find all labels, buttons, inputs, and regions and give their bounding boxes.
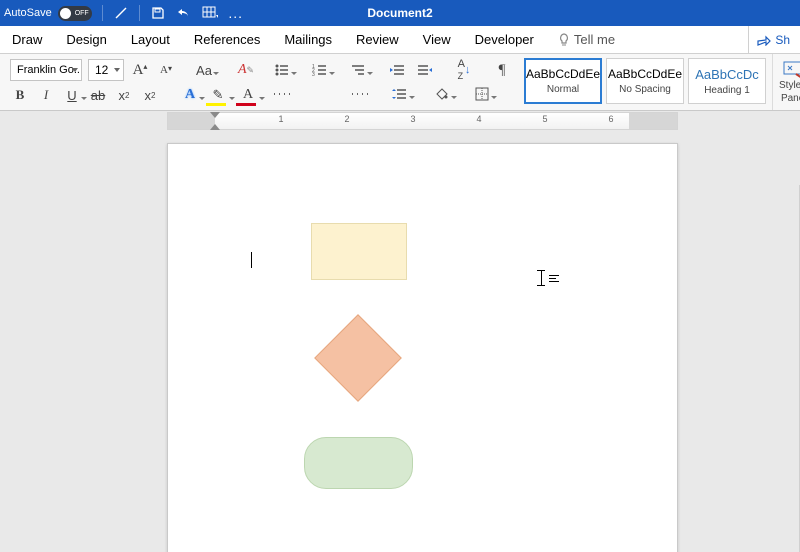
style-heading-1[interactable]: AaBbCcDc Heading 1 [688,58,766,104]
underline-button[interactable]: U [62,85,82,105]
tell-me-label: Tell me [574,26,615,54]
table-grid-icon[interactable] [202,5,218,21]
style-label: Normal [547,84,579,95]
tell-me-search[interactable]: Tell me [546,26,627,54]
more-commands[interactable]: ... [228,5,244,21]
line-tool-icon[interactable] [113,5,129,21]
shape-rectangle[interactable] [311,223,407,280]
show-hide-marks-button[interactable]: ¶ [492,60,512,80]
paint-bucket-icon [434,87,450,101]
tab-draw[interactable]: Draw [0,26,54,54]
align-right-button[interactable] [324,84,344,104]
undo-icon[interactable] [176,5,192,21]
decrease-indent-button[interactable] [388,62,408,78]
paragraph-group: 123 AZ↓ ¶ [266,54,518,110]
strikethrough-button[interactable]: ab [88,85,108,105]
lightbulb-icon [558,33,570,47]
style-sample: AaBbCcDdEe [526,67,600,81]
italic-button[interactable]: I [36,85,56,105]
decrease-font-button[interactable]: A▾ [156,60,176,80]
style-label: No Spacing [619,84,671,95]
tab-layout[interactable]: Layout [119,26,182,54]
borders-icon [475,87,489,101]
font-color-button[interactable]: A [236,85,260,105]
title-bar: AutoSave OFF ... Document2 [0,0,800,26]
hanging-indent-marker[interactable] [210,124,220,130]
superscript-button[interactable]: x2 [140,85,160,105]
document-canvas[interactable] [0,131,800,552]
tab-mailings[interactable]: Mailings [272,26,344,54]
align-justify-button[interactable] [350,84,370,104]
share-label: Sh [775,33,790,47]
numbering-button[interactable]: 123 [310,62,330,78]
document-title: Document2 [367,6,432,20]
shape-diamond[interactable] [314,314,402,402]
separator [102,5,103,21]
styles-pane-icon [782,60,800,78]
tab-design[interactable]: Design [54,26,118,54]
styles-gallery: AaBbCcDdEe Normal AaBbCcDdEe No Spacing … [518,54,772,110]
chevron-down-icon [72,68,78,72]
multilevel-list-button[interactable] [348,62,368,78]
styles-pane-label-1: Styles [779,80,800,91]
text-effects-button[interactable]: A [180,85,200,105]
share-button[interactable]: Sh [748,26,800,54]
svg-text:3: 3 [312,72,315,77]
bold-button[interactable]: B [10,85,30,105]
borders-button[interactable] [472,84,492,104]
separator [139,5,140,21]
line-spacing-button[interactable] [390,86,410,102]
first-line-indent-marker[interactable] [210,112,220,118]
font-size-value: 12 [95,63,108,77]
document-page[interactable] [167,143,678,552]
tab-view[interactable]: View [411,26,463,54]
font-size-combo[interactable]: 12 [88,59,124,81]
text-insertion-cursor-icon [537,270,561,288]
change-case-button[interactable]: Aa [194,60,214,80]
menu-bar: Draw Design Layout References Mailings R… [0,26,800,54]
font-group: Franklin Go... 12 A▴ A▾ Aa A✎ B I U ab x… [4,54,266,110]
shading-button[interactable] [432,84,452,104]
bullets-button[interactable] [272,62,292,78]
autosave-toggle[interactable]: AutoSave OFF [4,6,92,21]
align-left-button[interactable] [272,84,292,104]
increase-font-button[interactable]: A▴ [130,60,150,80]
style-sample: AaBbCcDdEe [608,67,682,81]
font-name-combo[interactable]: Franklin Go... [10,59,82,81]
ruler-area: 123456 [0,111,800,131]
increase-indent-button[interactable] [414,62,434,78]
style-label: Heading 1 [704,85,750,96]
tab-developer[interactable]: Developer [463,26,546,54]
sort-button[interactable]: AZ↓ [454,60,474,80]
autosave-label: AutoSave [4,7,52,19]
styles-pane-button[interactable]: Styles Pane [772,54,800,110]
tab-review[interactable]: Review [344,26,411,54]
subscript-button[interactable]: x2 [114,85,134,105]
share-icon [757,34,771,46]
styles-pane-label-2: Pane [781,93,800,104]
tab-references[interactable]: References [182,26,272,54]
save-icon[interactable] [150,5,166,21]
autosave-switch[interactable]: OFF [58,6,92,21]
autosave-state: OFF [75,10,89,17]
style-no-spacing[interactable]: AaBbCcDdEe No Spacing [606,58,684,104]
ribbon: Franklin Go... 12 A▴ A▾ Aa A✎ B I U ab x… [0,54,800,111]
align-center-button[interactable] [298,84,318,104]
horizontal-ruler[interactable]: 123456 [167,112,678,130]
shape-rounded-rectangle[interactable] [304,437,413,489]
style-normal[interactable]: AaBbCcDdEe Normal [524,58,602,104]
chevron-down-icon [114,68,120,72]
style-sample: AaBbCcDc [695,67,759,82]
clear-formatting-button[interactable]: A✎ [236,60,256,80]
highlight-button[interactable]: ✎ [206,85,230,105]
text-caret [251,252,252,268]
